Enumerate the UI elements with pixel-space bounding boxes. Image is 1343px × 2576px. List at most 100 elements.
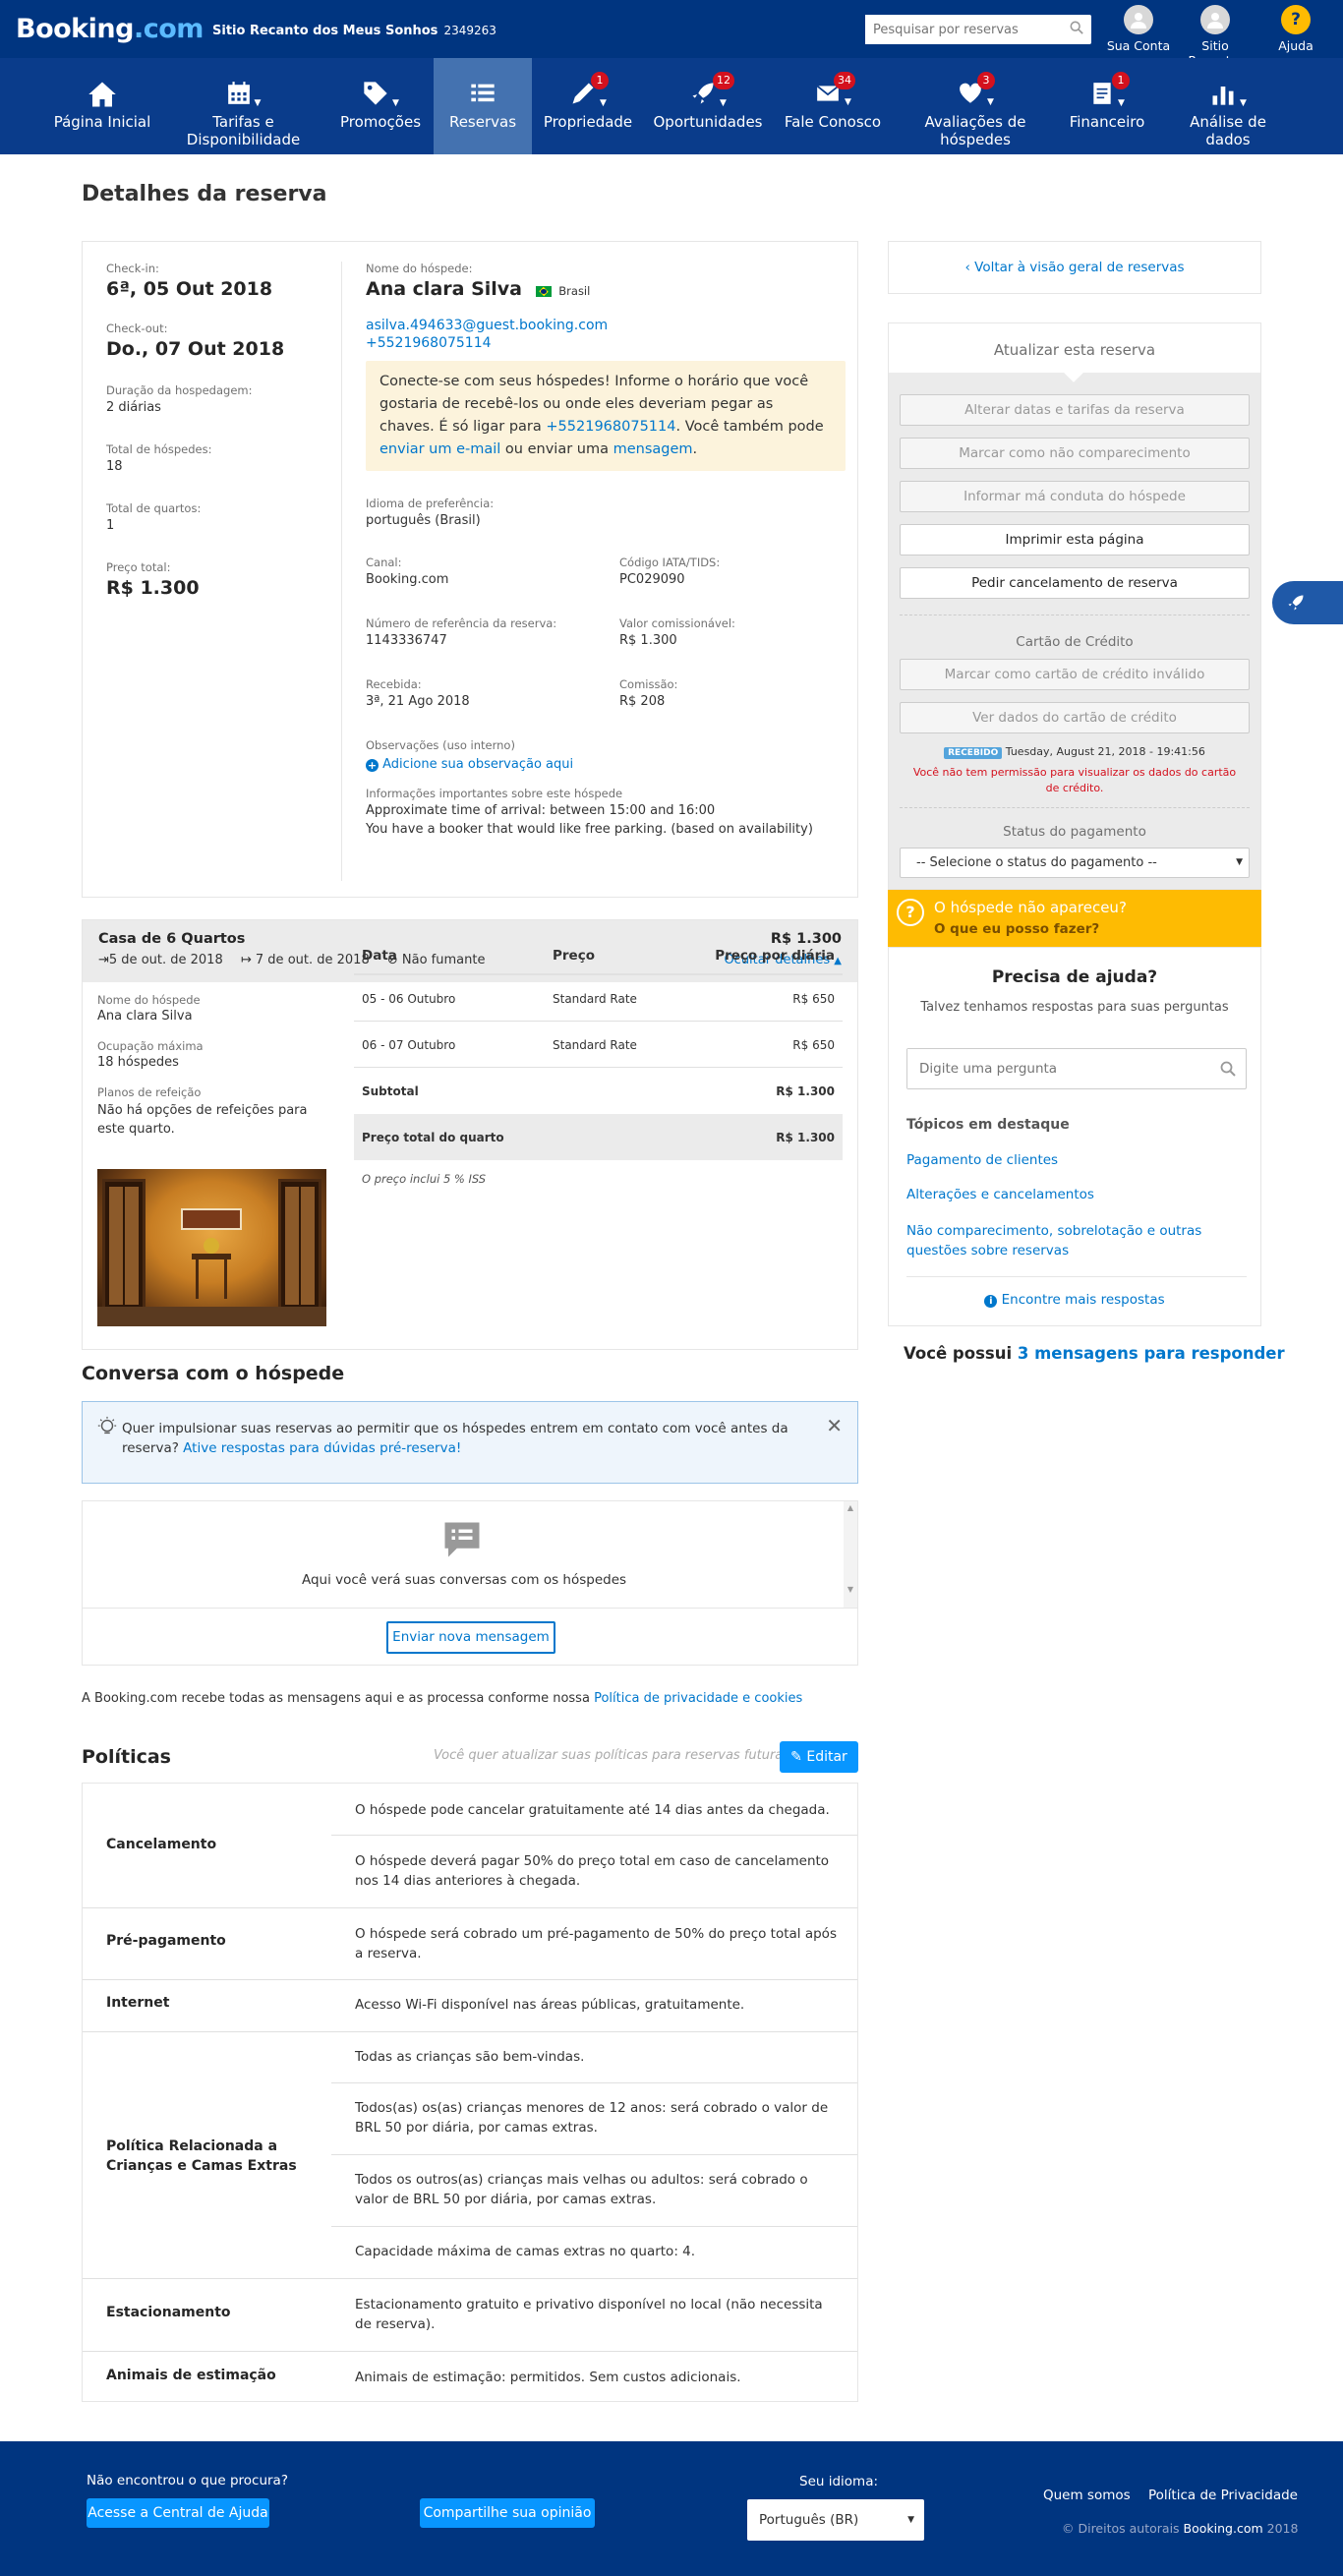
table-row: 05 - 06 Outubro Standard Rate R$ 650: [354, 975, 843, 1022]
chevron-down-icon: ▼: [254, 97, 262, 108]
policy-text: O hóspede será cobrado um pré-pagamento …: [355, 1926, 837, 1961]
nav-reservations[interactable]: Reservas: [434, 58, 532, 154]
share-opinion-button[interactable]: Compartilhe sua opinião: [420, 2498, 595, 2528]
nav-contact[interactable]: 34 ▼ Fale Conosco: [779, 58, 887, 154]
room-photo[interactable]: [97, 1169, 326, 1326]
search-icon[interactable]: [1220, 1061, 1236, 1077]
payment-status-label: Status do pagamento: [1003, 824, 1146, 840]
print-button[interactable]: Imprimir esta página: [900, 524, 1250, 556]
language-select[interactable]: Português (BR) ▼: [747, 2499, 924, 2541]
chevron-down-icon: ▼: [1236, 857, 1243, 867]
lightbulb-icon: [97, 1416, 117, 1434]
document-icon: [1093, 83, 1111, 104]
guests-value: 18: [106, 459, 123, 474]
view-card-button[interactable]: Ver dados do cartão de crédito: [900, 702, 1250, 733]
checkin-label: Check-in:: [106, 262, 159, 275]
logo-dotcom: .com: [133, 14, 204, 44]
booking-logo[interactable]: Booking.com: [16, 14, 204, 44]
details-right-column: Nome do hóspede: Ana clara Silva Brasil …: [366, 262, 847, 837]
add-note-link[interactable]: + Adicione sua observação aqui: [366, 757, 573, 772]
back-link-text: Voltar à visão geral de reservas: [974, 260, 1185, 275]
received-value: 3ª, 21 Ago 2018: [366, 694, 470, 709]
policies-table: Cancelamento O hóspede pode cancelar gra…: [82, 1783, 858, 2402]
notice-phone-link[interactable]: +5521968075114: [546, 419, 675, 435]
guest-country: Brasil: [558, 284, 591, 298]
close-icon[interactable]: ✕: [826, 1414, 843, 1437]
mark-noshow-button[interactable]: Marcar como não comparecimento: [900, 438, 1250, 469]
notice-email-link[interactable]: enviar um e-mail: [380, 441, 500, 457]
privacy-policy-link[interactable]: Política de Privacidade: [1148, 2488, 1298, 2503]
iss-note: O preço inclui 5 % ISS: [362, 1172, 487, 1186]
property-name[interactable]: Sitio Recanto dos Meus Sonhos 2349263: [212, 24, 496, 38]
feedback-tab[interactable]: [1272, 581, 1343, 624]
account-menu[interactable]: Sua Conta: [1099, 5, 1178, 53]
nav-finance[interactable]: 1 ▼ Financeiro: [1058, 58, 1156, 154]
noshow-action-link[interactable]: O que eu posso fazer?: [934, 921, 1099, 937]
request-cancellation-button[interactable]: Pedir cancelamento de reserva: [900, 567, 1250, 599]
conversation-title: Conversa com o hóspede: [82, 1363, 345, 1384]
details-left-column: Check-in: 6ª, 05 Out 2018 Check-out: Do.…: [106, 262, 327, 599]
help-search-input[interactable]: [907, 1049, 1202, 1088]
guest-phone-link[interactable]: +5521968075114: [366, 335, 492, 351]
conversation-empty: ▲ ▼ Aqui você verá suas conversas com os …: [82, 1500, 858, 1609]
notification-badge: 12: [713, 72, 734, 89]
back-link[interactable]: ‹ Voltar à visão geral de reservas: [889, 260, 1260, 275]
nav-analytics-label: Análise de dados: [1190, 113, 1266, 148]
chevron-down-icon: ▼: [1240, 97, 1247, 108]
top-bar: Booking.com Sitio Recanto dos Meus Sonho…: [0, 0, 1343, 68]
policies-question: Você quer atualizar suas políticas para …: [434, 1748, 796, 1763]
nav-analytics[interactable]: ▼ Análise de dados: [1166, 58, 1290, 154]
logo-text: Booking: [16, 14, 134, 44]
tag-icon: [364, 82, 387, 105]
tip-activate-link[interactable]: Ative respostas para dúvidas pré-reserva…: [183, 1440, 461, 1456]
notification-badge: 34: [834, 72, 855, 89]
report-misconduct-button[interactable]: Informar má conduta do hóspede: [900, 481, 1250, 512]
change-dates-button[interactable]: Alterar datas e tarifas da reserva: [900, 394, 1250, 426]
new-message-button[interactable]: Enviar nova mensagem: [386, 1621, 555, 1654]
reference-value: 1143336747: [366, 633, 447, 648]
room-checkin: 5 de out. de 2018: [108, 953, 223, 967]
messages-link[interactable]: 3 mensagens para responder: [1018, 1344, 1285, 1363]
policy-text: Estacionamento gratuito e privativo disp…: [355, 2297, 823, 2332]
calendar-icon: [227, 82, 250, 104]
help-center-button[interactable]: Acesse a Central de Ajuda: [87, 2498, 269, 2528]
nav-home[interactable]: Página Inicial: [43, 58, 161, 154]
room-info: Nome do hóspede Ana clara Silva Ocupação…: [97, 993, 333, 1139]
noshow-question: O hóspede não apareceu?: [934, 899, 1127, 916]
nav-rates[interactable]: ▼ Tarifas e Disponibilidade: [177, 58, 310, 154]
search-input[interactable]: [865, 15, 1057, 44]
noshow-banner[interactable]: ? O hóspede não apareceu? O que eu posso…: [888, 890, 1261, 947]
nav-reviews[interactable]: 3 ▼ Avaliações de hóspedes: [906, 58, 1044, 154]
table-row: 06 - 07 Outubro Standard Rate R$ 650: [354, 1022, 843, 1068]
nav-property-label: Propriedade: [543, 113, 633, 131]
help-menu[interactable]: ? Ajuda: [1256, 5, 1335, 53]
update-title: Atualizar esta reserva: [993, 341, 1156, 359]
nav-opportunities[interactable]: 12 ▼ Oportunidades: [649, 58, 767, 154]
guest-email-link[interactable]: asilva.494633@guest.booking.com: [366, 318, 608, 333]
language-label: Idioma de preferência:: [366, 497, 495, 510]
notice-message-link[interactable]: mensagem: [613, 441, 693, 457]
privacy-link[interactable]: Política de privacidade e cookies: [594, 1691, 802, 1706]
topic-payments-link[interactable]: Pagamento de clientes: [906, 1152, 1058, 1168]
search-icon[interactable]: [1070, 21, 1083, 34]
rooms-value: 1: [106, 518, 115, 533]
copyright: © Direitos autorais Booking.com 2018: [1062, 2521, 1298, 2536]
topic-changes-link[interactable]: Alterações e cancelamentos: [906, 1187, 1094, 1202]
scrollbar[interactable]: ▲ ▼: [844, 1501, 857, 1608]
property-avatar-icon: [1200, 5, 1230, 34]
edit-policies-button[interactable]: ✎ Editar: [780, 1741, 858, 1773]
nav-promotions[interactable]: ▼ Promoções: [327, 58, 434, 154]
topic-noshow-link[interactable]: Não comparecimento, sobrelotação e outra…: [906, 1221, 1246, 1260]
copyright-prefix: © Direitos autorais: [1062, 2521, 1184, 2536]
about-link[interactable]: Quem somos: [1043, 2488, 1131, 2503]
received-time: Tuesday, August 21, 2018 - 19:41:56: [1005, 745, 1205, 758]
price-table: Data Preço Preço por diária 05 - 06 Outu…: [354, 930, 843, 1186]
payment-status-select[interactable]: -- Selecione o status do pagamento -- ▼: [900, 848, 1250, 878]
more-answers-link[interactable]: i Encontre mais respostas: [889, 1292, 1260, 1308]
checkin-value: 6ª, 05 Out 2018: [106, 278, 273, 300]
commission-label: Comissão:: [619, 677, 678, 691]
nav-property[interactable]: 1 ▼ Propriedade: [539, 58, 637, 154]
col-price-header: Preço: [553, 948, 595, 964]
received-label: Recebida:: [366, 677, 422, 691]
mark-card-invalid-button[interactable]: Marcar como cartão de crédito inválido: [900, 659, 1250, 690]
